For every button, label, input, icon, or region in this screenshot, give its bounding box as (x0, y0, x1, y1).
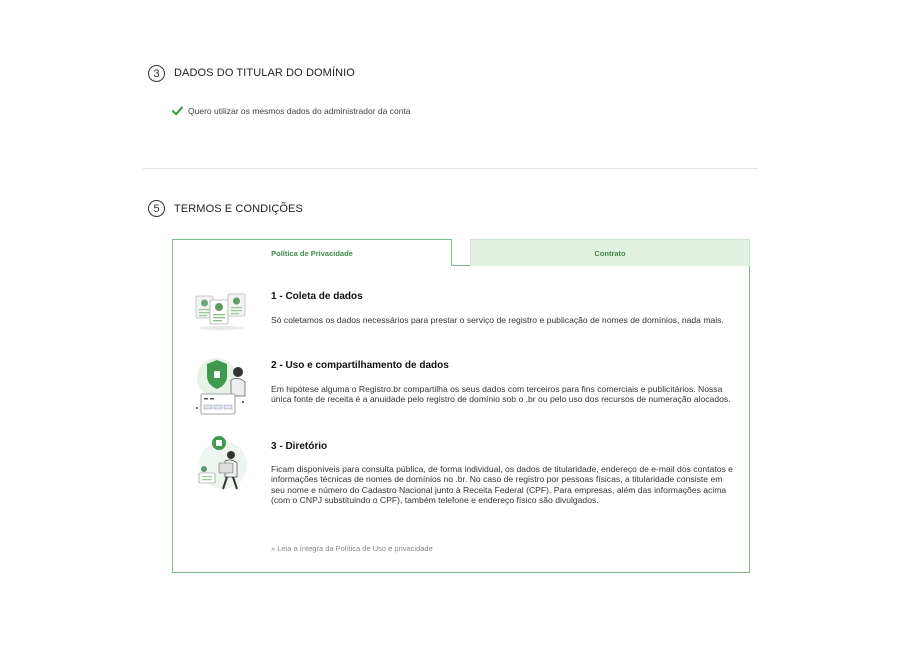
section-title-terms: TERMOS E CONDIÇÕES (174, 203, 303, 215)
shield-sharing-illustration (191, 356, 251, 418)
step-number-3: 3 (148, 65, 165, 82)
section-divider (143, 168, 758, 169)
same-data-checkbox[interactable]: Quero utilizar os mesmos dados do admini… (172, 106, 411, 116)
terms-content-panel (172, 265, 750, 573)
profile-cards-illustration (193, 288, 249, 332)
item-title-data-sharing: 2 - Uso e compartilhamento de dados (271, 360, 449, 371)
item-text-data-collection: Só coletamos os dados necessários para p… (271, 315, 724, 325)
directory-person-illustration (193, 433, 251, 493)
item-title-data-collection: 1 - Coleta de dados (271, 291, 363, 302)
checkbox-label: Quero utilizar os mesmos dados do admini… (188, 106, 411, 116)
item-text-data-sharing: Em hipótese alguma o Registro.br compart… (271, 384, 731, 405)
step-number-5: 5 (148, 200, 165, 217)
item-text-directory: Ficam disponíveis para consulta pública,… (271, 464, 733, 506)
item-title-directory: 3 - Diretório (271, 441, 328, 452)
tab-privacy-policy[interactable]: Política de Privacidade (172, 239, 452, 266)
section-title-domain-holder: DADOS DO TITULAR DO DOMÍNIO (174, 67, 355, 79)
read-full-policy-link[interactable]: » Leia a íntegra da Política de Uso e pr… (271, 544, 433, 553)
tab-contract[interactable]: Contrato (470, 239, 750, 266)
checkmark-icon (172, 106, 183, 116)
